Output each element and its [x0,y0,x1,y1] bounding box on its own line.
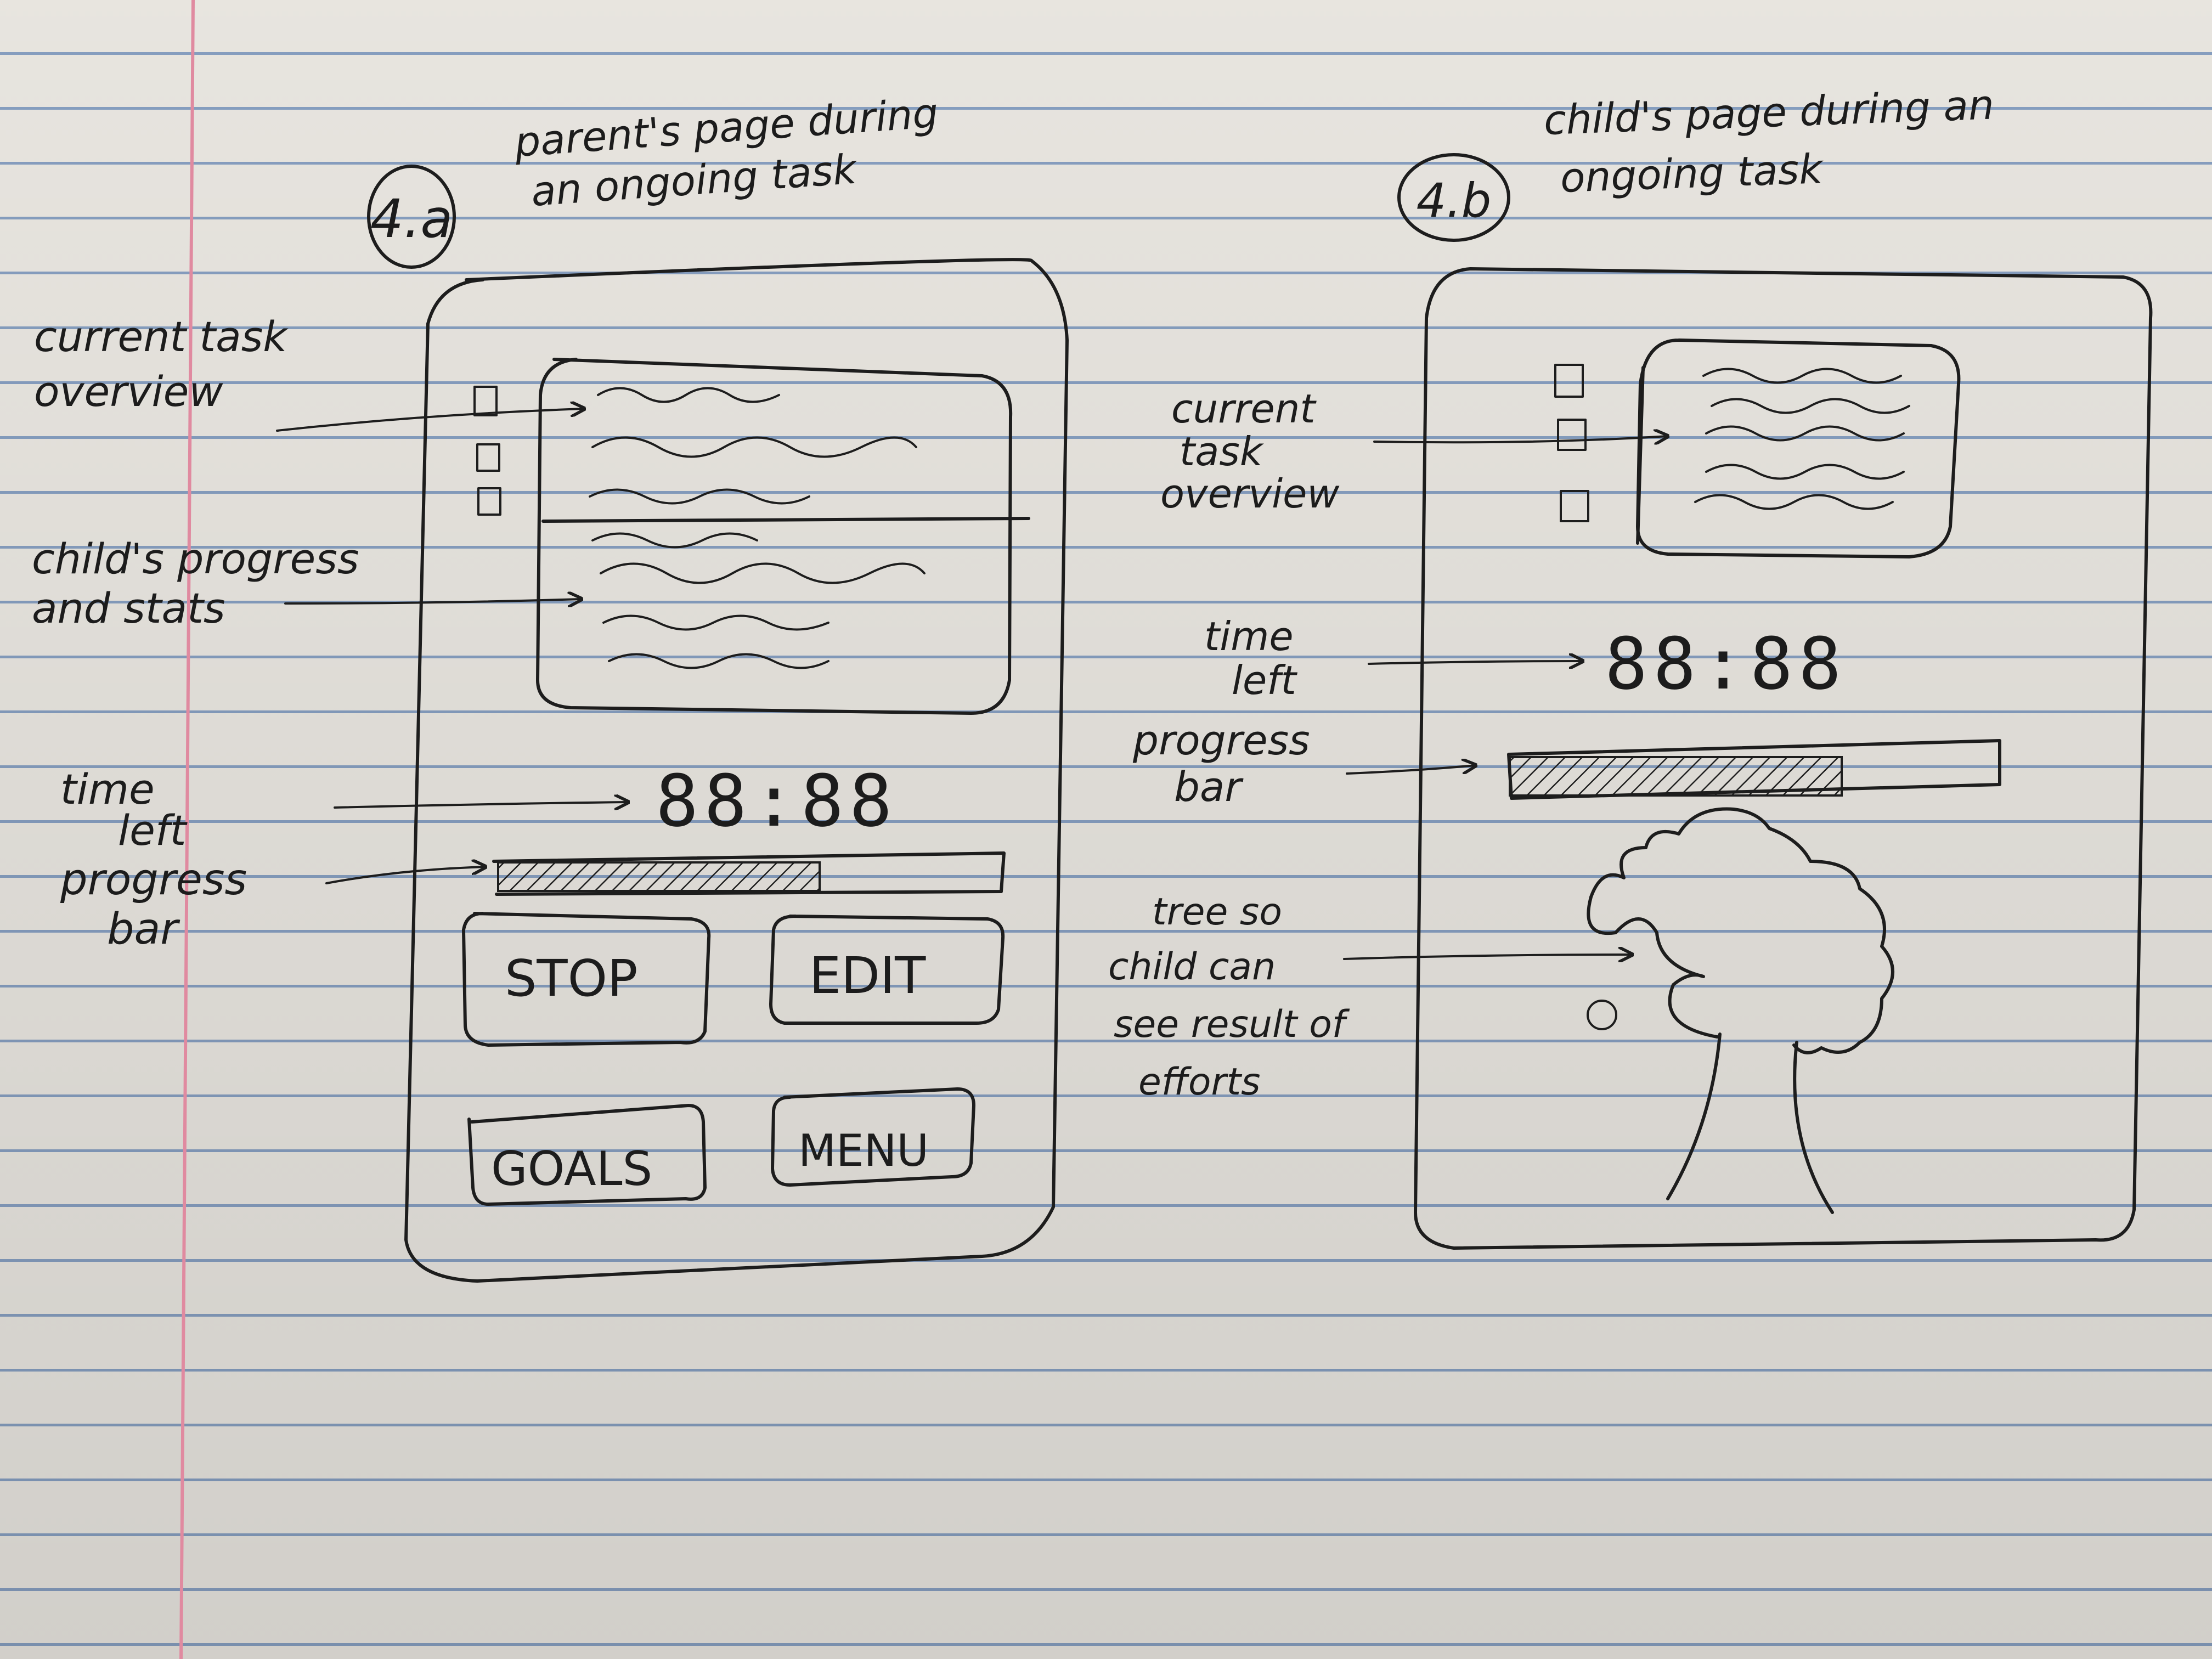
annotation-current: current [1171,386,1317,432]
task-overview-card [1636,338,1961,558]
annotation-see-result: see result of [1114,1003,1350,1046]
arrow [276,409,584,432]
notebook-paper: 4.a parent's page during an ongoing task… [0,0,2212,1659]
stop-button-label: STOP [505,949,638,1008]
text-placeholder [608,653,830,669]
arrow [334,802,628,808]
checkbox [473,386,498,416]
tree-trunk [1666,1032,1722,1200]
checkbox [1560,490,1589,522]
annotation-progress: progress [1132,717,1310,764]
text-placeholder [1705,425,1905,442]
arrow [1346,765,1476,775]
text-placeholder [1702,368,1902,384]
annotation-overview: overview [34,367,223,416]
annotation-efforts: efforts [1138,1060,1261,1104]
checkbox [477,487,501,516]
text-placeholder [1705,464,1905,480]
annotation-progress: progress [60,855,247,905]
wireframe-sketch: 4.a parent's page during an ongoing task… [32,0,2153,1659]
text-placeholder [591,436,917,458]
arrow [1343,955,1632,959]
sketch-number: 4.b [1417,173,1492,228]
menu-button-label: MENU [798,1125,929,1176]
arrow [1368,661,1583,664]
annotation-bar: bar [1174,764,1244,811]
progress-bar-fill [497,861,821,892]
annotation-child-can: child can [1108,945,1276,989]
card-divider [541,517,1030,523]
sketch-caption-line-1: child's page during an [1543,81,1995,144]
arrow [325,867,486,884]
text-placeholder [1694,494,1894,510]
timer-display: 88:88 [1605,622,1847,706]
edit-button[interactable]: EDIT [769,915,1005,1025]
text-placeholder [597,387,780,403]
annotation-and-stats: and stats [32,584,225,633]
progress-bar-fill [1509,756,1843,797]
annotation-childs-progress: child's progress [32,534,359,583]
annotation-left: left [118,806,188,855]
stop-button[interactable]: STOP [462,912,711,1047]
goals-button-label: GOALS [491,1142,652,1197]
text-placeholder [1711,398,1910,414]
tree-trunk [1793,1041,1834,1214]
edit-button-label: EDIT [809,946,926,1005]
checkbox [1554,364,1584,398]
child-page-sketch: 4.b child's page during an ongoing task … [1108,81,2153,1250]
tree-fruit [1587,1000,1617,1030]
menu-button[interactable]: MENU [771,1087,975,1187]
annotation-tree-so: tree so [1152,890,1282,934]
annotation-time: time [1204,613,1294,659]
text-placeholder [589,488,810,505]
tree-drawing [1587,807,1894,1214]
sketch-caption-line-2: ongoing task [1560,145,1825,202]
annotation-bar: bar [107,905,180,954]
annotation-left: left [1232,657,1298,703]
text-placeholder [600,562,926,584]
arrow [1373,436,1668,442]
sketch-number: 4.a [370,188,453,250]
checkbox [476,443,500,472]
annotation-current-task: current task [34,312,289,361]
tree-crown [1587,807,1894,1054]
goals-button[interactable]: GOALS [467,1104,707,1206]
checkbox [1557,419,1587,451]
text-placeholder [591,532,758,549]
timer-display: 88:88 [656,759,898,843]
annotation-overview: overview [1160,471,1339,517]
text-placeholder [602,614,830,631]
annotation-task: task [1180,428,1265,475]
